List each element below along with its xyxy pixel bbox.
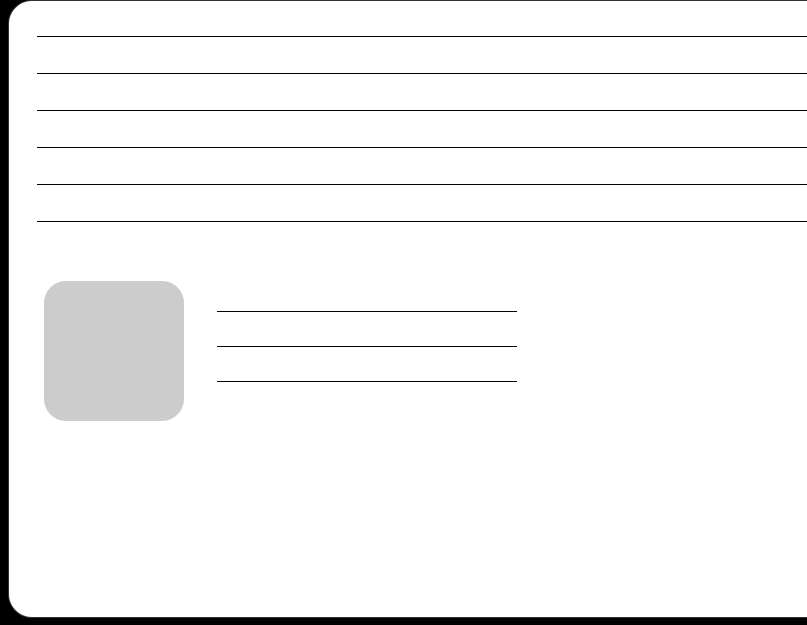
text-line — [37, 110, 807, 111]
text-line — [217, 346, 517, 347]
text-line — [37, 73, 807, 74]
text-lines-top — [37, 36, 807, 222]
text-line — [37, 221, 807, 222]
layout-card: float: right — [8, 0, 807, 618]
float-box — [44, 281, 184, 421]
text-line — [37, 184, 807, 185]
text-line — [37, 147, 807, 148]
text-line — [217, 381, 517, 382]
text-line — [217, 311, 517, 312]
text-lines-wrapped — [217, 311, 517, 382]
text-line — [37, 36, 807, 37]
